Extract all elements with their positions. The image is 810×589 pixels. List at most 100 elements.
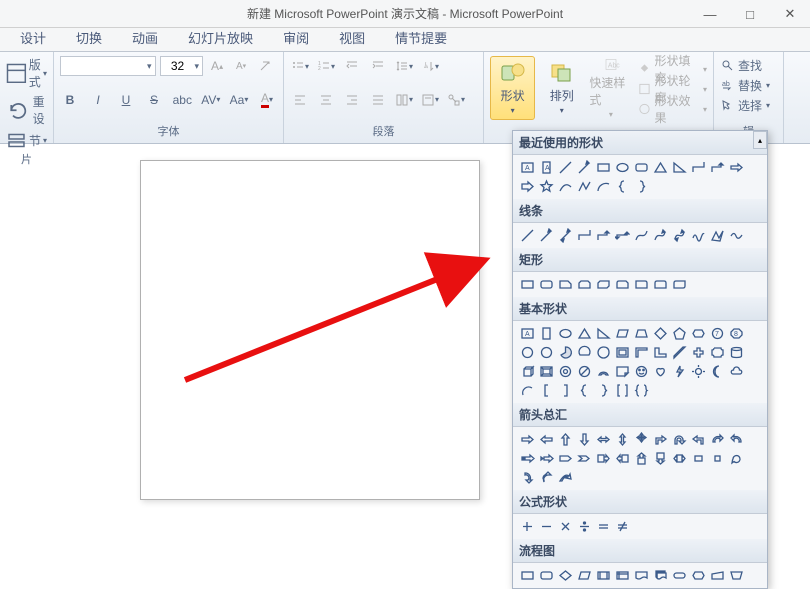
eq-minus[interactable] [538, 518, 555, 535]
find-button[interactable]: 查找 [720, 56, 777, 74]
close-button[interactable]: ✕ [770, 0, 810, 28]
clear-format-button[interactable] [255, 56, 275, 76]
shape-curve[interactable] [557, 178, 574, 195]
fc-decision[interactable] [557, 567, 574, 584]
arrow-curved-l[interactable] [728, 431, 745, 448]
basic-bevel[interactable] [538, 363, 555, 380]
shape-brace-r[interactable] [633, 178, 650, 195]
italic-button[interactable]: I [88, 90, 108, 110]
basic-chord[interactable] [576, 344, 593, 361]
arrow-circular[interactable] [728, 450, 745, 467]
shape-rtriangle[interactable] [671, 159, 688, 176]
shape-oval[interactable] [614, 159, 631, 176]
slide-canvas[interactable] [140, 160, 480, 500]
numbering-button[interactable]: 12▾ [316, 56, 336, 76]
basic-lightning[interactable] [671, 363, 688, 380]
align-text-button[interactable]: ▾ [420, 90, 440, 110]
basic-cube[interactable] [519, 363, 536, 380]
arrow-callout-lr[interactable] [671, 450, 688, 467]
line-freeform[interactable] [709, 227, 726, 244]
arrow-left[interactable] [538, 431, 555, 448]
shape-freeform[interactable] [576, 178, 593, 195]
fc-data[interactable] [576, 567, 593, 584]
arrow-down[interactable] [576, 431, 593, 448]
basic-bracket-l[interactable] [538, 382, 555, 399]
shrink-font-button[interactable]: A▾ [231, 56, 251, 76]
shape-rect[interactable] [595, 159, 612, 176]
fc-predef[interactable] [595, 567, 612, 584]
arrow-bent-r[interactable] [652, 431, 669, 448]
line-elbow[interactable] [576, 227, 593, 244]
arrow-curved-r[interactable] [709, 431, 726, 448]
shape-star[interactable] [538, 178, 555, 195]
arrow-curved-u[interactable] [538, 469, 555, 486]
bullets-button[interactable]: ▾ [290, 56, 310, 76]
tab-design[interactable]: 设计 [10, 26, 56, 51]
basic-parallelogram[interactable] [614, 325, 631, 342]
tab-storyboard[interactable]: 情节提要 [385, 26, 457, 51]
font-name-input[interactable] [64, 59, 144, 73]
shape-textbox-vert[interactable]: A [538, 159, 555, 176]
arrow-pentagon[interactable] [557, 450, 574, 467]
eq-notequal[interactable] [614, 518, 631, 535]
shape-arrow-block[interactable] [519, 178, 536, 195]
tab-review[interactable]: 审阅 [273, 26, 319, 51]
line-scribble[interactable] [690, 227, 707, 244]
basic-plaque[interactable] [709, 344, 726, 361]
basic-hexagon[interactable] [690, 325, 707, 342]
basic-pentagon[interactable] [671, 325, 688, 342]
replace-button[interactable]: ab替换▾ [720, 76, 777, 94]
arrow-bent-u[interactable] [671, 431, 688, 448]
align-right-button[interactable] [342, 90, 362, 110]
select-button[interactable]: 选择▾ [720, 96, 777, 114]
shapes-button[interactable]: 形状 ▾ [490, 56, 535, 120]
line-curve[interactable] [633, 227, 650, 244]
eq-equal[interactable] [595, 518, 612, 535]
eq-plus[interactable] [519, 518, 536, 535]
basic-blockarc[interactable] [595, 363, 612, 380]
rect-round1[interactable] [633, 276, 650, 293]
arrow-callout-l[interactable] [614, 450, 631, 467]
arrow-callout-quad[interactable] [709, 450, 726, 467]
strike-button[interactable]: S [144, 90, 164, 110]
shape-effects-button[interactable]: 形状效果▾ [638, 100, 707, 118]
text-direction-button[interactable]: ﾑ▾ [420, 56, 440, 76]
fc-multidoc[interactable] [652, 567, 669, 584]
basic-bracket-r[interactable] [557, 382, 574, 399]
basic-octagon[interactable]: 8 [728, 325, 745, 342]
basic-heptagon[interactable]: 7 [709, 325, 726, 342]
basic-rtriangle[interactable] [595, 325, 612, 342]
shape-line[interactable] [557, 159, 574, 176]
basic-oval[interactable] [557, 325, 574, 342]
arrange-button[interactable]: 排列 ▾ [539, 56, 584, 120]
layout-button[interactable]: 版式▾ [6, 56, 47, 90]
fc-terminator[interactable] [671, 567, 688, 584]
basic-lshape[interactable] [652, 344, 669, 361]
line-arrow[interactable] [538, 227, 555, 244]
grow-font-button[interactable]: A▴ [207, 56, 227, 76]
arrow-leftright[interactable] [595, 431, 612, 448]
fc-internal[interactable] [614, 567, 631, 584]
font-size-combo[interactable]: ▾ [160, 56, 204, 76]
quickstyle-button[interactable]: Abc 快速样式 ▾ [588, 56, 633, 120]
basic-teardrop[interactable] [595, 344, 612, 361]
basic-frame[interactable] [614, 344, 631, 361]
shape-elbow-arrow[interactable] [709, 159, 726, 176]
basic-brace-l[interactable] [576, 382, 593, 399]
basic-moon[interactable] [709, 363, 726, 380]
basic-foldedcorner[interactable] [614, 363, 631, 380]
reset-button[interactable]: 重设 [6, 93, 47, 127]
increase-indent-button[interactable] [368, 56, 388, 76]
shape-triangle[interactable] [652, 159, 669, 176]
shape-arrow-r[interactable] [728, 159, 745, 176]
arrow-callout-d[interactable] [652, 450, 669, 467]
font-size-input[interactable] [164, 59, 192, 73]
line-curve-dbl[interactable] [671, 227, 688, 244]
basic-smiley[interactable] [633, 363, 650, 380]
columns-button[interactable]: ▾ [394, 90, 414, 110]
arrow-curved-d[interactable] [519, 469, 536, 486]
char-spacing-button[interactable]: AV▾ [201, 90, 221, 110]
arrow-swoosh[interactable] [557, 469, 574, 486]
shape-elbow[interactable] [690, 159, 707, 176]
smartart-button[interactable]: ▾ [446, 90, 466, 110]
